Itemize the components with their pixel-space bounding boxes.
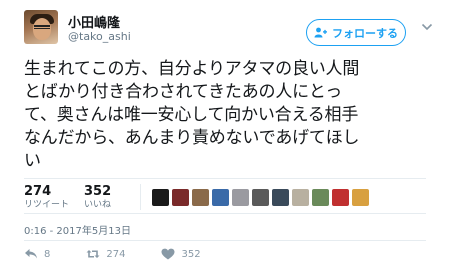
follow-button[interactable]: フォローする (306, 19, 406, 46)
liker-avatar[interactable] (332, 189, 349, 206)
likes-count: 352 (84, 184, 112, 199)
liker-avatar[interactable] (272, 189, 289, 206)
add-user-icon (314, 27, 327, 38)
liker-avatar[interactable] (312, 189, 329, 206)
retweet-label: リツイート (24, 200, 70, 210)
liker-avatars (152, 189, 369, 206)
liker-avatar[interactable] (172, 189, 189, 206)
tweet-line: い (24, 151, 41, 171)
timestamp[interactable]: 0:16 - 2017年5月13日 (24, 222, 131, 237)
screen-name[interactable]: @tako_ashi (68, 30, 131, 43)
reply-count: 8 (44, 248, 51, 260)
avatar[interactable] (24, 10, 58, 44)
likes-stat[interactable]: 352 いいね (84, 184, 111, 211)
reply-icon (25, 249, 37, 259)
liker-avatar[interactable] (212, 189, 229, 206)
reply-button[interactable]: 8 (24, 248, 50, 260)
tweet-line: て、奥さんは唯一安心して向かい合える相手 (24, 105, 359, 125)
liker-avatar[interactable] (232, 189, 249, 206)
stat-separator (140, 184, 141, 210)
avatar-face (33, 18, 51, 40)
retweet-button[interactable]: 274 (86, 248, 125, 260)
heart-icon (161, 248, 175, 260)
retweet-stat[interactable]: 274 リツイート (24, 184, 69, 211)
display-name[interactable]: 小田嶋隆 (68, 12, 120, 31)
divider (24, 240, 426, 241)
liker-avatar[interactable] (292, 189, 309, 206)
retweet-icon (86, 250, 100, 258)
tweet-line: とばかり付き合わされてきたあの人にとっ (24, 82, 343, 102)
liker-avatar[interactable] (352, 189, 369, 206)
avatar-glasses (34, 25, 50, 29)
tweet-actions: 8 274 352 (24, 248, 237, 260)
tweet-line: なんだから、あんまり責めないであげてほし (24, 128, 360, 148)
liker-avatar[interactable] (192, 189, 209, 206)
follow-button-label: フォローする (332, 26, 398, 40)
divider (24, 178, 426, 179)
tweet-text: 生まれてこの方、自分よりアタマの良い人間 とばかり付き合わされてきたあの人にとっ… (24, 58, 434, 173)
divider (24, 213, 426, 214)
liker-avatar[interactable] (252, 189, 269, 206)
retweet-action-count: 274 (106, 248, 126, 260)
like-action-count: 352 (181, 248, 201, 260)
likes-label: いいね (84, 200, 112, 210)
chevron-down-icon[interactable] (421, 22, 433, 32)
retweet-count: 274 (24, 184, 52, 199)
like-button[interactable]: 352 (161, 248, 201, 260)
tweet-line: 生まれてこの方、自分よりアタマの良い人間 (24, 59, 360, 79)
liker-avatar[interactable] (152, 189, 169, 206)
